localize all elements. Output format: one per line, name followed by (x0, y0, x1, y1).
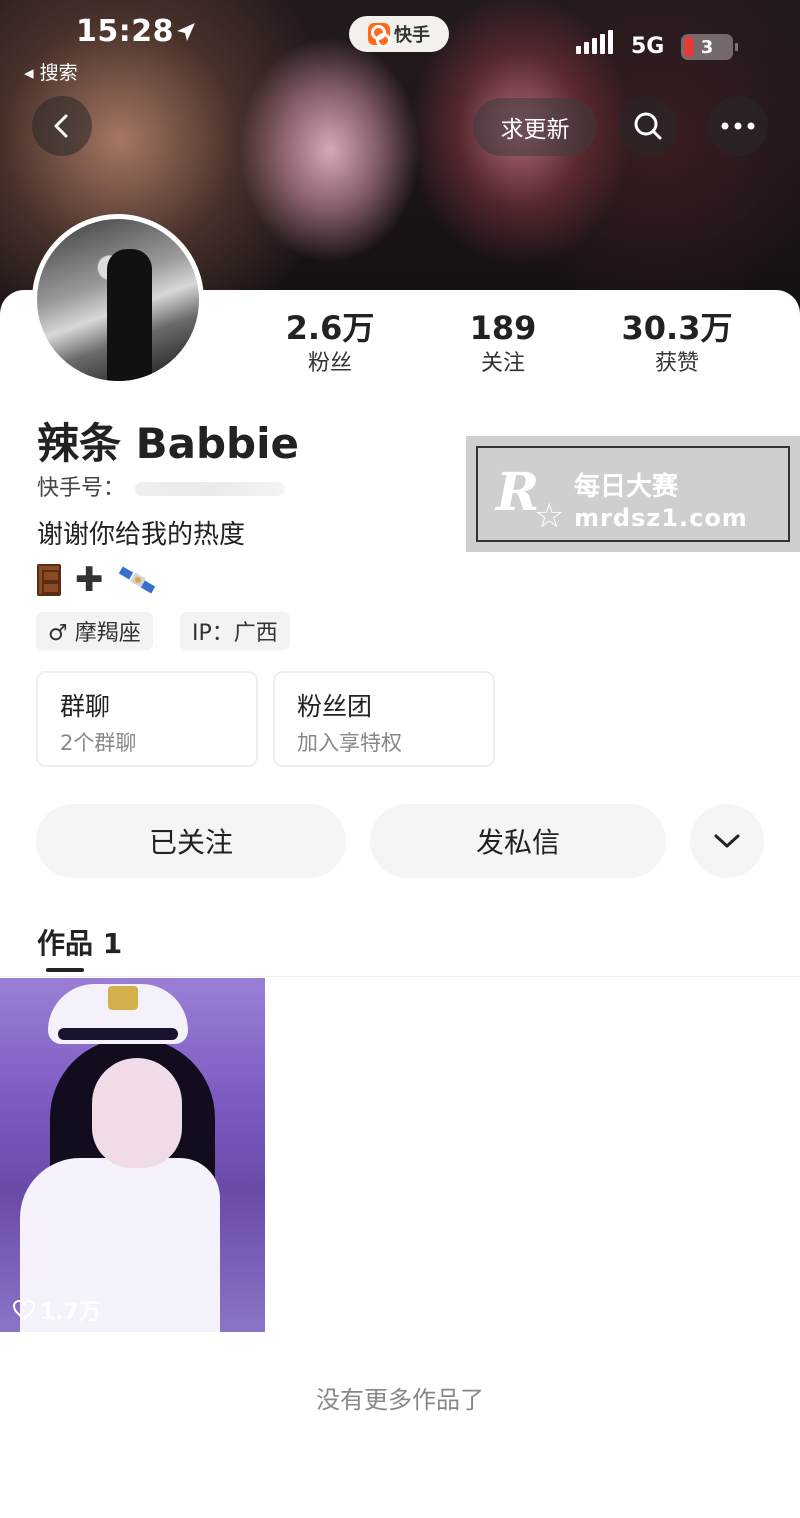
watermark-title: 每日大赛 (574, 472, 679, 502)
thumb-hat-badge (108, 986, 138, 1010)
fan-club-card[interactable]: 粉丝团 加入享特权 (273, 671, 495, 767)
status-time: 15:28 (76, 14, 174, 49)
search-button[interactable] (618, 96, 678, 156)
avatar[interactable] (32, 214, 204, 386)
ip-location-tag: IP：广西 (180, 612, 290, 650)
search-icon (634, 112, 662, 140)
more-dots-icon (721, 122, 755, 130)
signal-strength-icon (576, 30, 613, 54)
fan-club-title: 粉丝团 (297, 692, 373, 721)
stat-likes[interactable]: 30.3万 获赞 (597, 308, 757, 380)
tab-active-indicator (46, 968, 84, 972)
stat-value: 2.6万 (285, 309, 375, 347)
tab-divider (0, 976, 800, 977)
profile-bio: 谢谢你给我的热度 (37, 520, 246, 550)
chevron-down-icon (714, 834, 740, 848)
back-to-search-link[interactable]: ◂ 搜索 (24, 58, 78, 85)
kwai-id-label: 快手号： (37, 476, 126, 501)
star-icon: ☆ (534, 496, 565, 536)
watermark-frame: R ☆ 每日大赛 mrdsz1.com (476, 446, 790, 542)
network-type: 5G (631, 34, 665, 59)
expand-recommendations-button[interactable] (690, 804, 764, 878)
work-likes-count: 1.7万 (40, 1300, 101, 1325)
battery-level: 3 (700, 36, 714, 58)
back-button[interactable] (32, 96, 92, 156)
stat-value: 30.3万 (621, 309, 733, 347)
group-chat-subtitle: 2个群聊 (60, 731, 137, 755)
group-chat-card[interactable]: 群聊 2个群聊 (36, 671, 258, 767)
stat-following[interactable]: 189 关注 (423, 308, 583, 380)
status-bar: 15:28 ◂ 搜索 快手 5G 3 (0, 0, 800, 90)
plus-icon: ✚ (75, 560, 104, 600)
work-likes: 1.7万 (12, 1294, 101, 1326)
stat-label: 粉丝 (307, 351, 352, 376)
app-name: 快手 (394, 25, 430, 46)
stat-value: 189 (469, 309, 537, 347)
fan-club-subtitle: 加入享特权 (297, 731, 402, 755)
work-thumbnail[interactable] (0, 978, 265, 1332)
bio-emoji-row: ✚ (37, 560, 158, 600)
stat-label: 获赞 (654, 351, 699, 376)
tab-works[interactable]: 作品 1 (37, 922, 122, 962)
profile-name: 辣条 Babbie (37, 419, 299, 468)
kwai-id: 快手号： (37, 470, 286, 502)
no-more-works-text: 没有更多作品了 (316, 1386, 484, 1414)
zodiac-tag: ♂ 摩羯座 (36, 612, 153, 650)
heart-outline-icon (12, 1299, 36, 1321)
watermark-logo: R (496, 462, 540, 523)
watermark-url: mrdsz1.com (574, 504, 748, 532)
battery-icon: 3 (681, 34, 738, 60)
thumb-figure-face (92, 1058, 182, 1168)
watermark: R ☆ 每日大赛 mrdsz1.com (466, 436, 800, 552)
satellite-icon (118, 566, 155, 594)
door-icon (37, 564, 61, 596)
request-update-button[interactable]: 求更新 (473, 98, 597, 156)
send-message-button[interactable]: 发私信 (370, 804, 666, 878)
location-arrow-icon (177, 23, 195, 41)
chevron-left-icon (54, 114, 68, 138)
kuaishou-logo-icon (368, 23, 391, 48)
stat-label: 关注 (480, 351, 525, 376)
more-options-button[interactable] (708, 96, 768, 156)
group-chat-title: 群聊 (60, 692, 111, 721)
profile-stats: 2.6万 粉丝 189 关注 30.3万 获赞 (240, 308, 780, 388)
stat-fans[interactable]: 2.6万 粉丝 (250, 308, 410, 380)
kwai-id-redacted (135, 482, 286, 496)
following-button[interactable]: 已关注 (36, 804, 346, 878)
app-pill: 快手 (349, 16, 449, 52)
